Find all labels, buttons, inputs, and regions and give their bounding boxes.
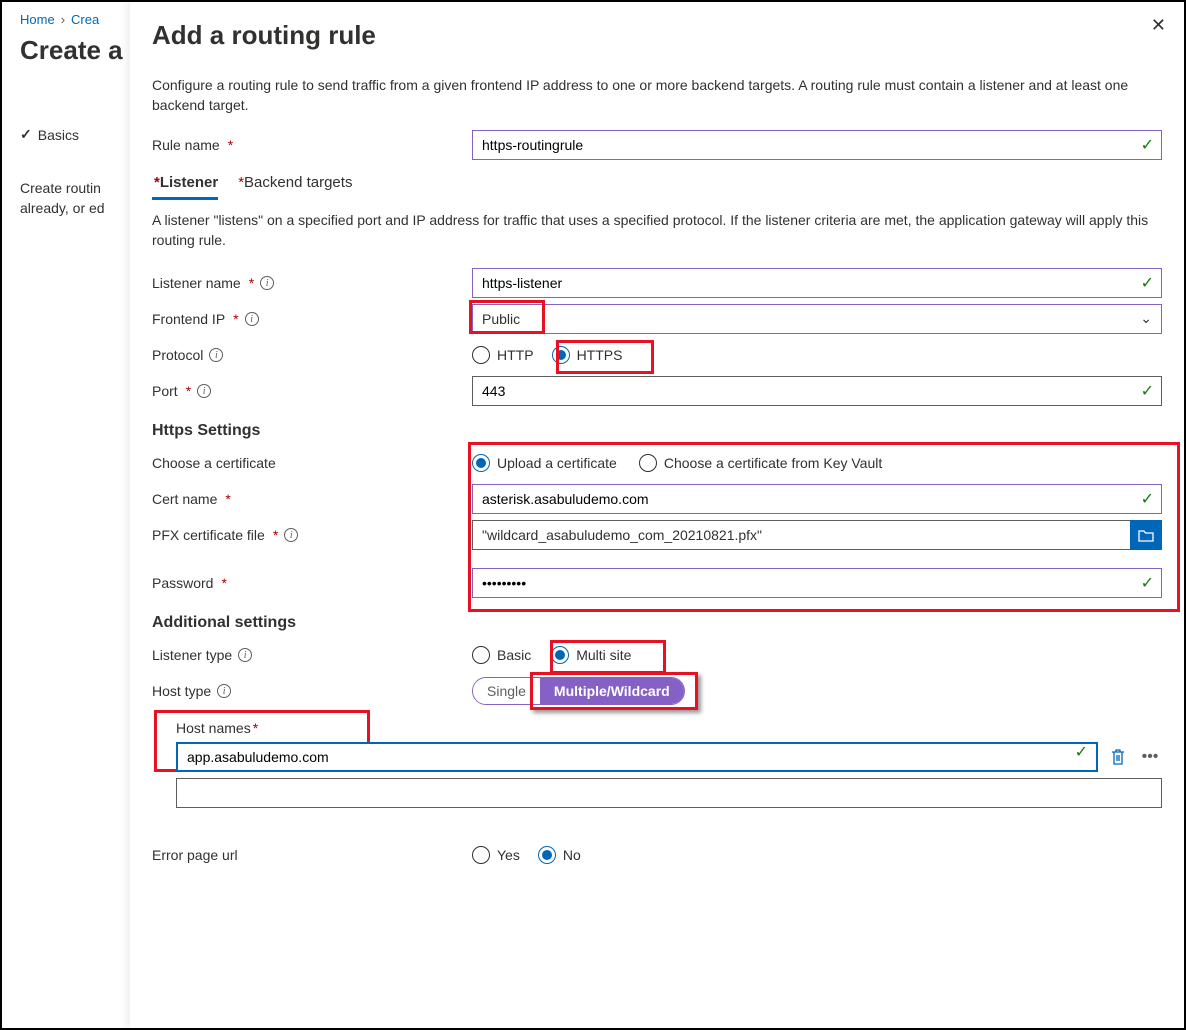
- cert-name-input[interactable]: [472, 484, 1162, 514]
- info-icon[interactable]: [197, 384, 211, 398]
- listener-name-input[interactable]: [472, 268, 1162, 298]
- breadcrumb-home[interactable]: Home: [20, 12, 55, 27]
- https-settings-heading: Https Settings: [152, 422, 1162, 440]
- info-icon[interactable]: [217, 684, 231, 698]
- password-label: Password*: [152, 575, 472, 591]
- listener-type-label: Listener type: [152, 647, 472, 663]
- choose-cert-label: Choose a certificate: [152, 455, 472, 471]
- tab-backend-targets[interactable]: *Backend targets: [236, 174, 352, 200]
- pfx-file-input[interactable]: [472, 520, 1130, 550]
- info-icon[interactable]: [260, 276, 274, 290]
- listener-type-multisite-radio[interactable]: Multi site: [551, 646, 631, 664]
- frontend-ip-select[interactable]: [472, 304, 1162, 334]
- bg-description: Create routin already, or ed: [20, 179, 140, 218]
- frontend-ip-label: Frontend IP*: [152, 311, 472, 327]
- rule-name-input[interactable]: [472, 130, 1162, 160]
- host-type-label: Host type: [152, 683, 472, 699]
- browse-file-button[interactable]: [1130, 520, 1162, 550]
- trash-icon: [1110, 748, 1126, 766]
- host-names-label: Host names*: [176, 720, 1162, 736]
- info-icon[interactable]: [209, 348, 223, 362]
- delete-host-button[interactable]: [1106, 745, 1130, 769]
- rule-name-label: Rule name*: [152, 137, 472, 153]
- panel-title: Add a routing rule: [152, 20, 1162, 51]
- panel-intro: Configure a routing rule to send traffic…: [152, 75, 1152, 116]
- password-input[interactable]: [472, 568, 1162, 598]
- cert-name-label: Cert name*: [152, 491, 472, 507]
- error-page-no-radio[interactable]: No: [538, 846, 581, 864]
- port-input[interactable]: [472, 376, 1162, 406]
- cert-keyvault-radio[interactable]: Choose a certificate from Key Vault: [639, 454, 882, 472]
- protocol-http-radio[interactable]: HTTP: [472, 346, 534, 364]
- additional-settings-heading: Additional settings: [152, 614, 1162, 632]
- listener-description: A listener "listens" on a specified port…: [152, 210, 1162, 251]
- pfx-file-label: PFX certificate file*: [152, 527, 472, 543]
- more-host-button[interactable]: •••: [1138, 745, 1162, 769]
- host-name-input-2[interactable]: [176, 778, 1162, 808]
- host-type-single[interactable]: Single: [473, 678, 540, 704]
- listener-type-basic-radio[interactable]: Basic: [472, 646, 531, 664]
- folder-icon: [1138, 528, 1154, 542]
- protocol-label: Protocol: [152, 347, 472, 363]
- port-label: Port*: [152, 383, 472, 399]
- error-page-url-label: Error page url: [152, 847, 472, 863]
- info-icon[interactable]: [238, 648, 252, 662]
- listener-name-label: Listener name*: [152, 275, 472, 291]
- info-icon[interactable]: [245, 312, 259, 326]
- host-name-input-1[interactable]: [176, 742, 1098, 772]
- check-icon: [20, 126, 32, 143]
- tab-listener[interactable]: *Listener: [152, 174, 218, 200]
- host-type-segmented[interactable]: Single Multiple/Wildcard: [472, 677, 685, 705]
- host-type-multiple-wildcard[interactable]: Multiple/Wildcard: [540, 678, 684, 704]
- breadcrumb-create[interactable]: Crea: [71, 12, 99, 27]
- info-icon[interactable]: [284, 528, 298, 542]
- close-icon[interactable]: ✕: [1151, 16, 1166, 34]
- cert-upload-radio[interactable]: Upload a certificate: [472, 454, 617, 472]
- protocol-https-radio[interactable]: HTTPS: [552, 346, 623, 364]
- error-page-yes-radio[interactable]: Yes: [472, 846, 520, 864]
